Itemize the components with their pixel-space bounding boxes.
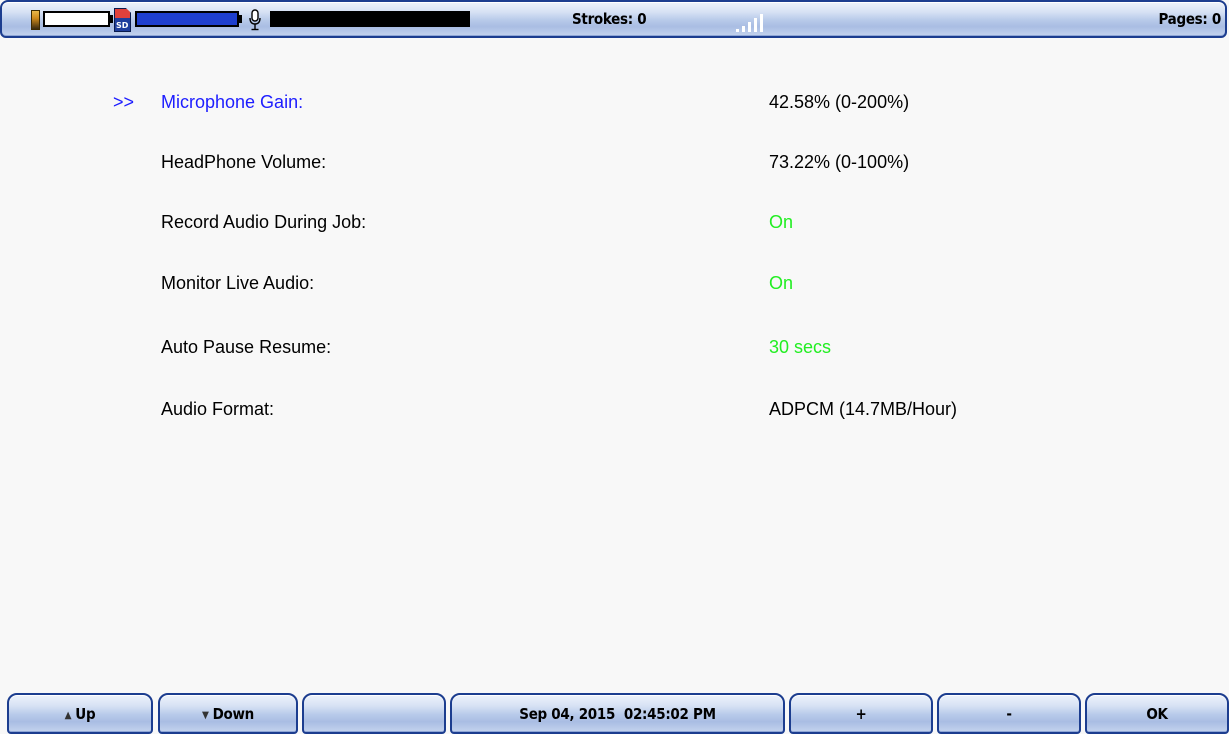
blank-softkey[interactable] [302,693,446,734]
setting-value: 73.22% (0-100%) [769,152,910,172]
ok-button-label: OK [1146,705,1168,723]
setting-value: 42.58% (0-200%) [769,92,910,112]
datetime-display: Sep 04, 2015 02:45:02 PM [450,693,785,734]
setting-value: ADPCM (14.7MB/Hour) [769,399,958,419]
selection-marker: >> [113,92,135,112]
up-button-label: Up [75,705,96,723]
setting-value: 30 secs [769,337,832,357]
increase-button-label: + [855,705,867,723]
up-button[interactable]: ▲ Up [7,693,153,734]
setting-value: On [769,212,794,232]
setting-label: Audio Format: [161,399,275,419]
down-button-label: Down [212,705,255,723]
strokes-counter: Strokes: 0 [572,10,647,28]
battery-level-bar [43,11,110,27]
setting-row-microphone-gain[interactable]: >> Microphone Gain: 42.58% (0-200%) [0,85,1229,119]
setting-label: HeadPhone Volume: [161,152,327,172]
setting-label: Microphone Gain: [161,92,304,112]
storage-level-fill [137,13,237,25]
datetime-label: Sep 04, 2015 02:45:02 PM [519,705,716,723]
battery-tip [110,15,113,23]
storage-tip [239,15,242,23]
decrease-button-label: - [1006,705,1012,723]
status-bar: SD Strokes: 0 Pages: 0 [0,0,1227,38]
signal-strength-icon [736,14,763,32]
down-button[interactable]: ▼ Down [158,693,298,734]
sd-card-icon: SD [114,8,131,32]
battery-icon [31,10,40,30]
setting-row-monitor-live-audio[interactable]: Monitor Live Audio: On [0,266,1229,300]
storage-level-bar [135,11,239,27]
increase-button[interactable]: + [789,693,933,734]
setting-row-auto-pause-resume[interactable]: Auto Pause Resume: 30 secs [0,330,1229,364]
setting-label: Record Audio During Job: [161,212,367,232]
decrease-button[interactable]: - [937,693,1081,734]
microphone-icon [249,9,261,31]
battery-level-fill [45,13,108,25]
arrow-down-icon: ▼ [202,710,209,721]
setting-value: On [769,273,794,293]
setting-label: Monitor Live Audio: [161,273,315,293]
sd-card-label: SD [116,21,129,30]
setting-row-headphone-volume[interactable]: HeadPhone Volume: 73.22% (0-100%) [0,145,1229,179]
pages-counter: Pages: 0 [1158,10,1221,28]
setting-label: Auto Pause Resume: [161,337,332,357]
arrow-up-icon: ▲ [64,710,72,721]
setting-row-record-audio-during-job[interactable]: Record Audio During Job: On [0,205,1229,239]
audio-level-bar [270,11,470,27]
ok-button[interactable]: OK [1085,693,1229,734]
setting-row-audio-format[interactable]: Audio Format: ADPCM (14.7MB/Hour) [0,392,1229,426]
